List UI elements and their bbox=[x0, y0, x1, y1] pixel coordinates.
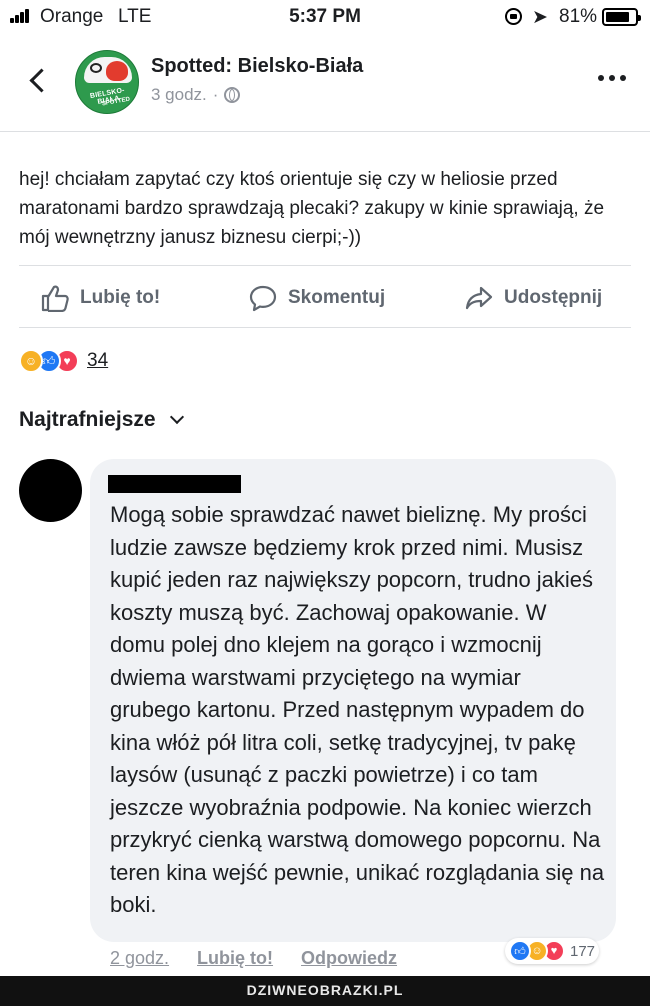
share-button[interactable]: Udostępnij bbox=[464, 284, 602, 312]
comment-button[interactable]: Skomentuj bbox=[248, 284, 385, 312]
redacted-commenter-name bbox=[108, 475, 241, 493]
post-meta: 3 godz. · bbox=[151, 85, 241, 105]
battery-fill bbox=[606, 12, 629, 22]
avatar-logo-eye bbox=[90, 63, 102, 73]
comment-bubble-icon bbox=[249, 285, 277, 312]
comment-reaction-count: 177 bbox=[570, 942, 596, 960]
reactions-summary[interactable]: ☺ 👍︎ ♥ 34 bbox=[19, 348, 108, 374]
comment-bubble: Mogą sobie sprawdzać nawet bieliznę. My … bbox=[90, 459, 616, 942]
post-header: BIELSKO-BIAŁA SPOTTED Spotted: Bielsko-B… bbox=[0, 34, 650, 132]
thumbs-up-icon bbox=[41, 285, 69, 312]
post-timestamp[interactable]: 3 godz. bbox=[151, 85, 207, 105]
page-name-link[interactable]: Spotted: Bielsko-Biała bbox=[151, 55, 363, 78]
post-text: hej! chciałam zapytać czy ktoś orientuje… bbox=[19, 169, 605, 248]
post-actions: Lubię to! Skomentuj Udostępnij bbox=[0, 266, 650, 328]
globe-icon bbox=[224, 87, 241, 103]
comment-footer: 2 godz. Lubię to! Odpowiedz bbox=[110, 948, 425, 969]
share-label: Udostępnij bbox=[504, 287, 603, 308]
comment-reply-link[interactable]: Odpowiedz bbox=[301, 948, 397, 969]
avatar-logo-red-shape bbox=[106, 61, 128, 81]
divider bbox=[19, 327, 631, 328]
comment-timestamp[interactable]: 2 godz. bbox=[110, 948, 169, 969]
status-time: 5:37 PM bbox=[289, 6, 361, 27]
haha-reaction-icon: ☺ bbox=[19, 349, 43, 373]
meta-separator: · bbox=[212, 85, 219, 104]
comment-text: Mogą sobie sprawdzać nawet bieliznę. My … bbox=[110, 502, 605, 917]
share-arrow-icon bbox=[465, 286, 493, 310]
sort-label: Najtrafniejsze bbox=[19, 408, 156, 431]
comment-like-link[interactable]: Lubię to! bbox=[197, 948, 273, 969]
location-arrow-icon: ➤ bbox=[532, 7, 548, 28]
comment-reactions[interactable]: 👍︎ ☺ ♥ 177 bbox=[505, 938, 600, 964]
watermark-bar: DZIWNEOBRAZKI.PL bbox=[0, 976, 650, 1006]
page-avatar[interactable]: BIELSKO-BIAŁA SPOTTED bbox=[75, 50, 139, 114]
more-options-icon[interactable] bbox=[598, 75, 626, 83]
like-reaction-icon: 👍︎ bbox=[509, 940, 531, 962]
commenter-avatar[interactable] bbox=[19, 459, 82, 522]
chevron-down-icon bbox=[169, 409, 184, 425]
like-label: Lubię to! bbox=[80, 287, 161, 308]
rotation-lock-icon bbox=[505, 8, 522, 25]
status-bar: Orange LTE 5:37 PM ➤ 81% bbox=[0, 0, 650, 34]
battery-icon bbox=[602, 8, 641, 26]
watermark-text: DZIWNEOBRAZKI.PL bbox=[246, 982, 404, 998]
battery-percent: 81% bbox=[559, 6, 598, 27]
like-button[interactable]: Lubię to! bbox=[40, 284, 160, 312]
comment-label: Skomentuj bbox=[288, 287, 386, 308]
reaction-count[interactable]: 34 bbox=[87, 350, 108, 372]
comment-sort-dropdown[interactable]: Najtrafniejsze bbox=[19, 408, 184, 432]
back-arrow-icon[interactable] bbox=[25, 64, 53, 98]
